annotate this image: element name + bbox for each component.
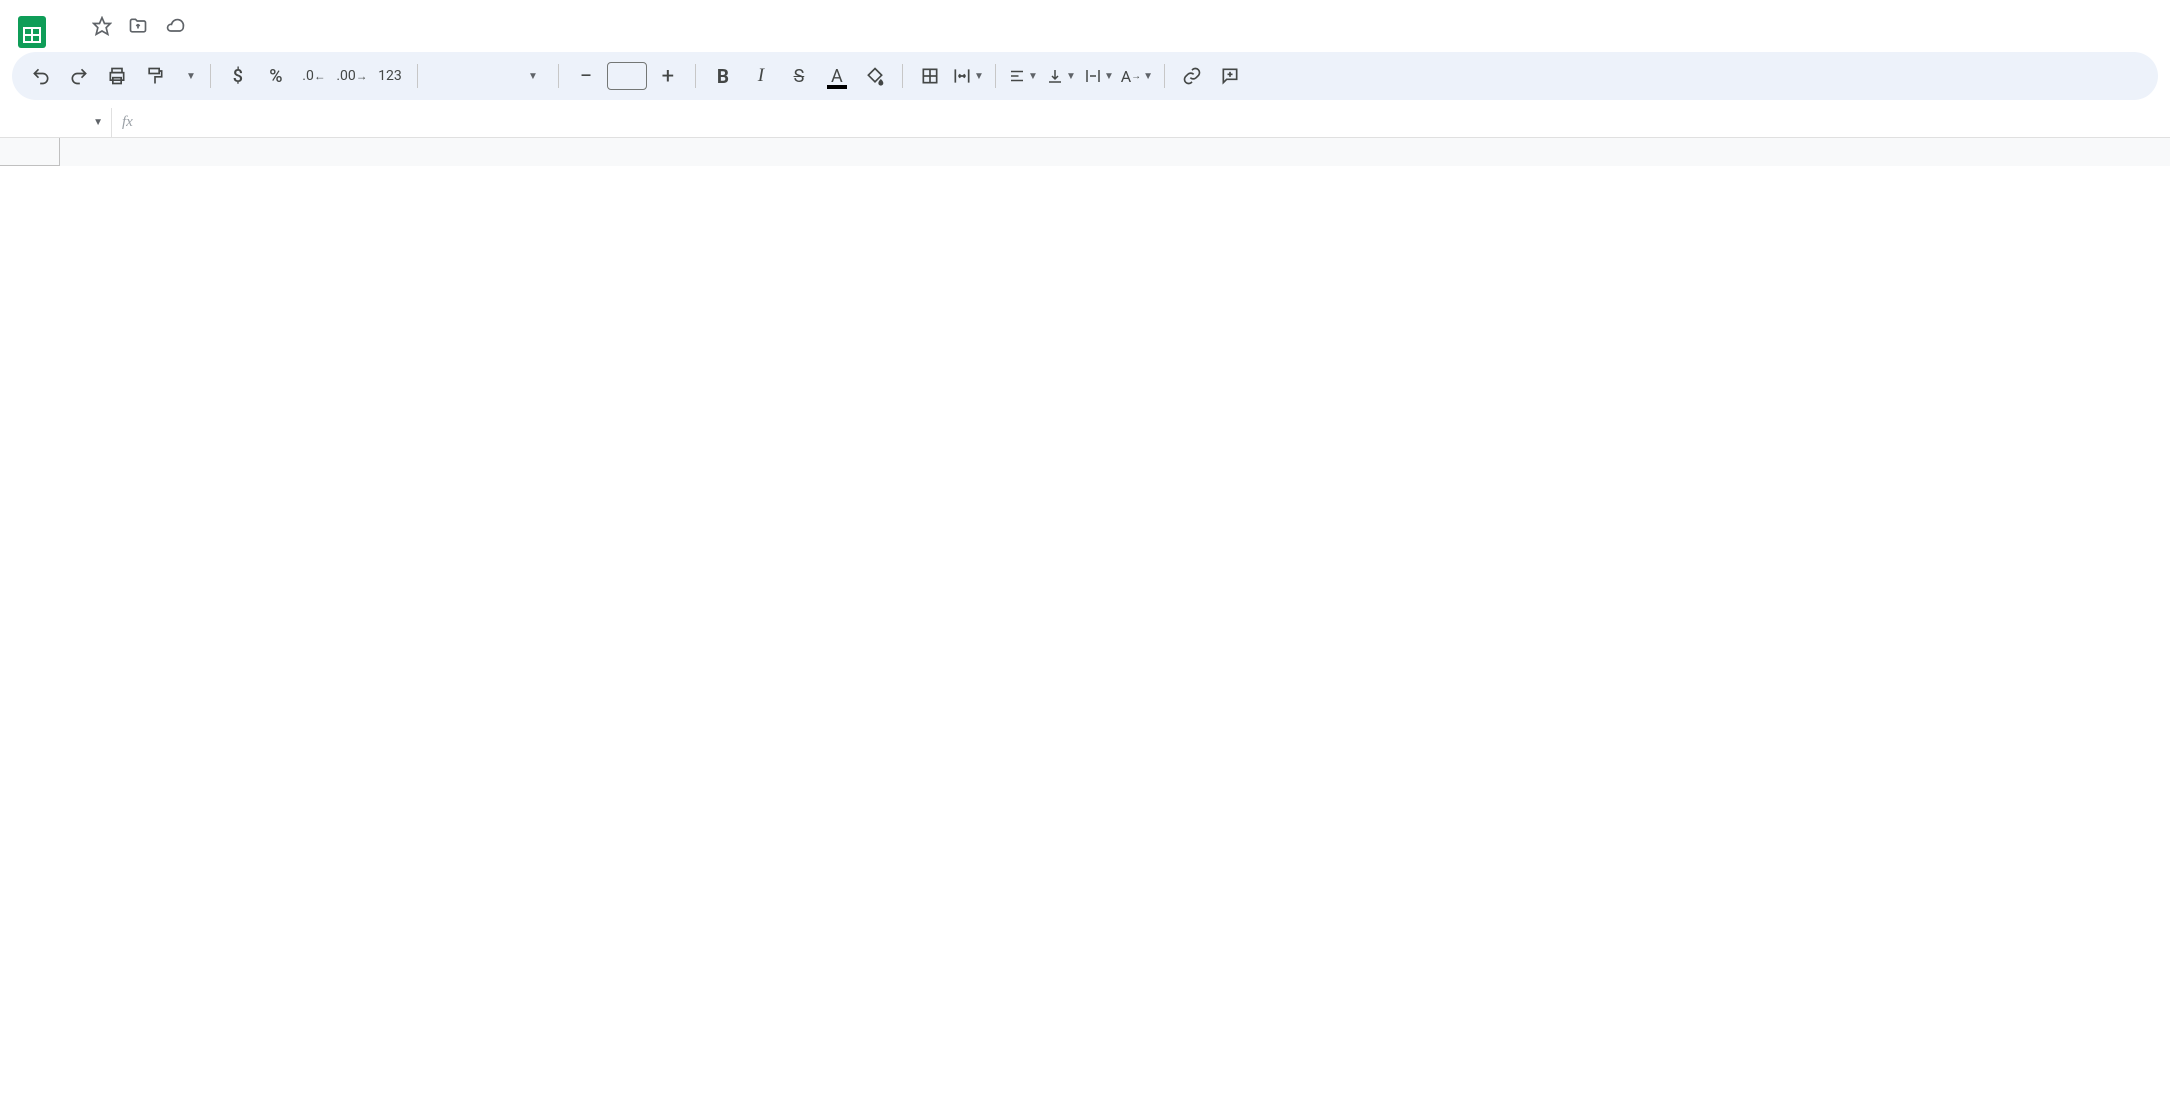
fx-icon: fx — [112, 114, 143, 131]
select-all-corner[interactable] — [0, 138, 60, 166]
currency-button[interactable]: $ — [221, 59, 255, 93]
move-icon[interactable] — [128, 16, 148, 36]
borders-button[interactable] — [913, 59, 947, 93]
insert-comment-button[interactable] — [1213, 59, 1247, 93]
text-color-button[interactable]: A — [820, 59, 854, 93]
text-wrap-button[interactable]: ▼ — [1082, 59, 1116, 93]
merge-cells-button[interactable]: ▼ — [951, 59, 985, 93]
increase-decimal-button[interactable]: .00→ — [335, 59, 369, 93]
cloud-status-icon[interactable] — [164, 16, 186, 36]
insert-link-button[interactable] — [1175, 59, 1209, 93]
italic-button[interactable]: I — [744, 59, 778, 93]
toolbar: ▼ $ % .0← .00→ 123 ▼ − + B I S A ▼ ▼ ▼ ▼… — [12, 52, 2158, 100]
bold-button[interactable]: B — [706, 59, 740, 93]
strikethrough-button[interactable]: S — [782, 59, 816, 93]
decrease-font-size-button[interactable]: − — [569, 59, 603, 93]
increase-font-size-button[interactable]: + — [651, 59, 685, 93]
decrease-decimal-button[interactable]: .0← — [297, 59, 331, 93]
fill-color-button[interactable] — [858, 59, 892, 93]
redo-button[interactable] — [62, 59, 96, 93]
paint-format-button[interactable] — [138, 59, 172, 93]
percent-button[interactable]: % — [259, 59, 293, 93]
more-formats-button[interactable]: 123 — [373, 59, 407, 93]
formula-bar-input[interactable] — [143, 108, 2170, 137]
font-size-input[interactable] — [607, 62, 647, 90]
vertical-align-button[interactable]: ▼ — [1044, 59, 1078, 93]
horizontal-align-button[interactable]: ▼ — [1006, 59, 1040, 93]
menubar — [64, 44, 2158, 52]
name-box[interactable]: ▼ — [4, 108, 112, 137]
star-icon[interactable] — [92, 16, 112, 36]
document-title[interactable] — [64, 24, 76, 28]
undo-button[interactable] — [24, 59, 58, 93]
print-button[interactable] — [100, 59, 134, 93]
sheets-logo[interactable] — [12, 12, 52, 52]
font-family-select[interactable]: ▼ — [428, 71, 548, 82]
text-rotation-button[interactable]: A→▼ — [1120, 59, 1154, 93]
zoom-select[interactable]: ▼ — [176, 71, 200, 82]
